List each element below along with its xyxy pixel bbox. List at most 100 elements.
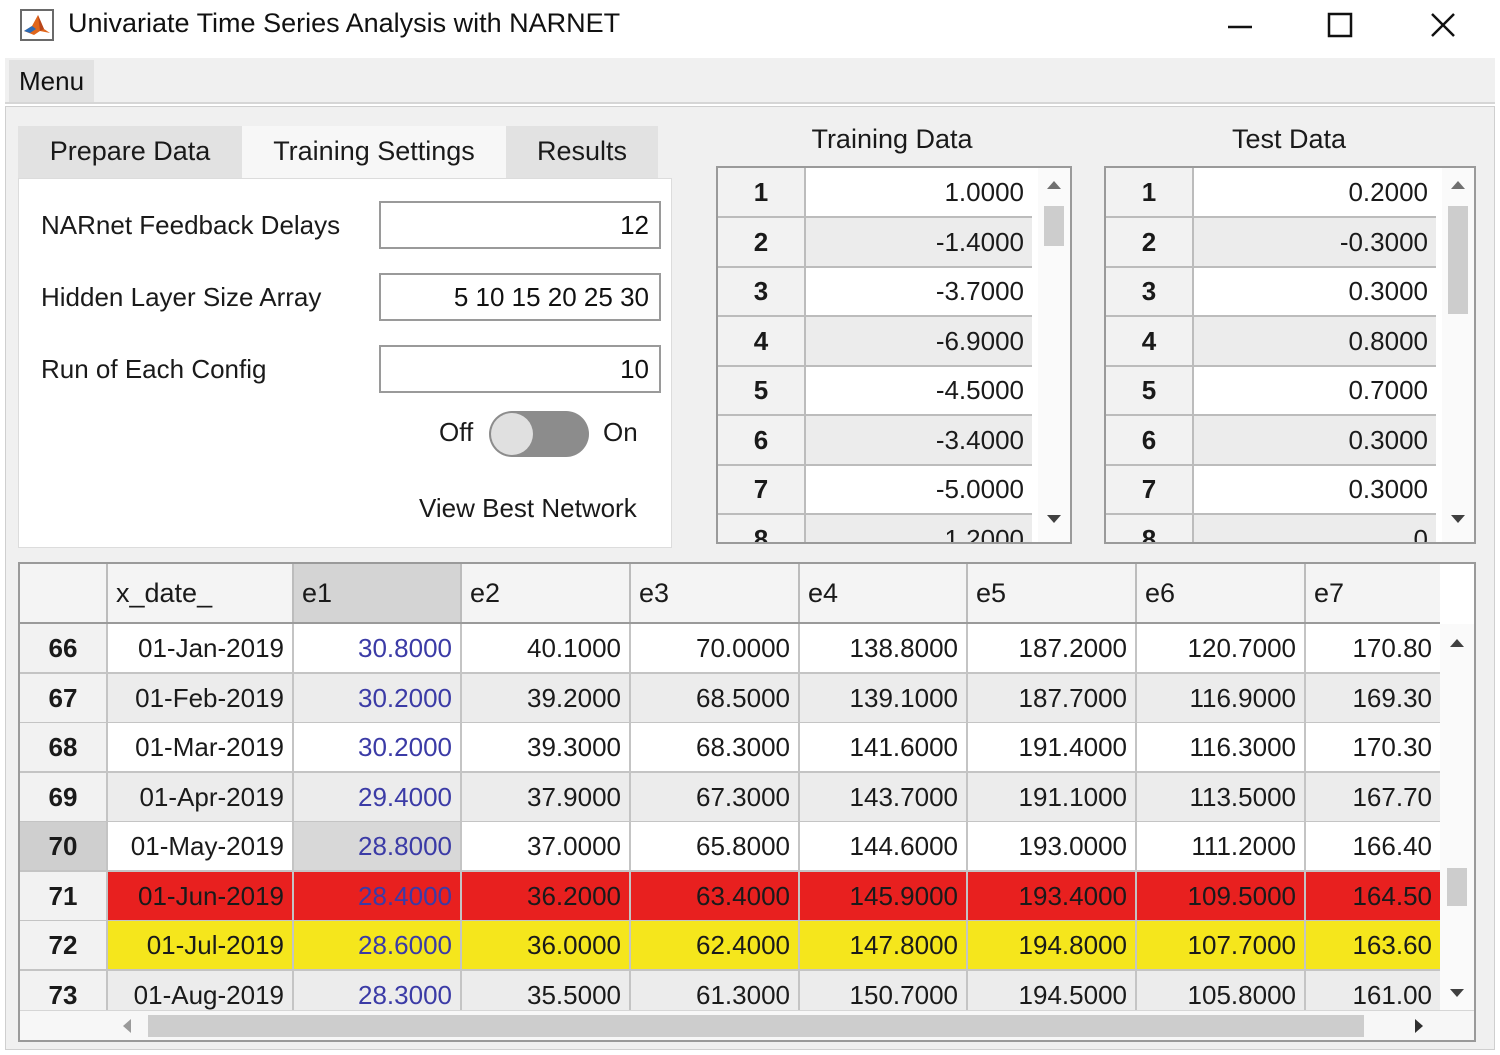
table-cell-e7[interactable]: 163.60 — [1306, 921, 1440, 969]
scroll-left-icon[interactable] — [122, 1018, 132, 1034]
table-cell-e1[interactable]: 28.6000 — [294, 921, 462, 969]
table-row[interactable]: 3 -3.7000 — [718, 267, 1032, 317]
table-cell-e7[interactable]: 166.40 — [1306, 822, 1440, 870]
table-cell-e4[interactable]: 145.9000 — [800, 871, 968, 920]
table-row[interactable]: 5 -4.5000 — [718, 366, 1032, 416]
table-cell-e4[interactable]: 147.8000 — [800, 921, 968, 969]
scroll-up-icon[interactable] — [1449, 638, 1465, 648]
table-cell[interactable]: 0.7000 — [1194, 366, 1436, 414]
tab-results[interactable]: Results — [506, 126, 658, 180]
table-row[interactable]: 2 -1.4000 — [718, 217, 1032, 268]
table-cell-e5[interactable]: 191.4000 — [968, 723, 1137, 771]
table-row[interactable]: 67 01-Feb-2019 30.2000 39.2000 68.5000 139.10… — [20, 673, 1440, 723]
table-cell-x_date_[interactable]: 01-Apr-2019 — [108, 772, 294, 821]
table-row[interactable]: 8 1.2000 — [718, 514, 1032, 542]
table-cell-e1[interactable]: 28.8000 — [294, 822, 462, 870]
table-cell-e2[interactable]: 36.2000 — [462, 871, 631, 920]
table-cell[interactable]: 0.8000 — [1194, 316, 1436, 365]
table-cell-e1[interactable]: 30.8000 — [294, 624, 462, 672]
table-cell-e7[interactable]: 164.50 — [1306, 871, 1440, 920]
table-cell-x_date_[interactable]: 01-May-2019 — [108, 822, 294, 870]
table-cell-e2[interactable]: 37.9000 — [462, 772, 631, 821]
table-cell-e6[interactable]: 107.7000 — [1137, 921, 1306, 969]
table-cell[interactable]: 0.2000 — [1194, 168, 1436, 216]
table-cell-e1[interactable]: 30.2000 — [294, 723, 462, 771]
table-cell-e6[interactable]: 109.5000 — [1137, 871, 1306, 920]
feedback-delays-field[interactable]: 12 — [379, 201, 661, 249]
table-row[interactable]: 4 0.8000 — [1106, 316, 1436, 367]
scroll-thumb[interactable] — [1044, 206, 1064, 246]
table-cell-e4[interactable]: 141.6000 — [800, 723, 968, 771]
table-cell-e4[interactable]: 143.7000 — [800, 772, 968, 821]
table-cell-e1[interactable]: 30.2000 — [294, 673, 462, 722]
table-cell-e2[interactable]: 40.1000 — [462, 624, 631, 672]
table-cell[interactable]: -3.4000 — [806, 415, 1032, 464]
table-row[interactable]: 71 01-Jun-2019 28.4000 36.2000 63.4000 145.90… — [20, 871, 1440, 921]
table-row[interactable]: 80 — [1106, 514, 1436, 542]
row-index[interactable]: 68 — [20, 723, 108, 771]
table-cell-e3[interactable]: 63.4000 — [631, 871, 800, 920]
table-row[interactable]: 4 -6.9000 — [718, 316, 1032, 367]
table-horizontal-scrollbar[interactable] — [20, 1010, 1474, 1040]
table-cell-e4[interactable]: 138.8000 — [800, 624, 968, 672]
table-cell[interactable]: 0 — [1194, 514, 1436, 542]
table-row[interactable]: 6 -3.4000 — [718, 415, 1032, 466]
row-header-corner[interactable] — [20, 564, 108, 622]
tab-training-settings[interactable]: Training Settings — [242, 126, 506, 180]
column-header-e2[interactable]: e2 — [462, 564, 631, 622]
hidden-layer-field[interactable]: 5 10 15 20 25 30 — [379, 273, 661, 321]
table-cell-e2[interactable]: 37.0000 — [462, 822, 631, 870]
table-cell-e3[interactable]: 62.4000 — [631, 921, 800, 969]
table-cell[interactable]: -5.0000 — [806, 465, 1032, 513]
runs-field[interactable]: 10 — [379, 345, 661, 393]
table-row[interactable]: 72 01-Jul-2019 28.6000 36.0000 62.4000 147.80… — [20, 921, 1440, 971]
test-data-scrollbar[interactable] — [1442, 168, 1474, 542]
table-row[interactable]: 2 -0.3000 — [1106, 217, 1436, 268]
table-cell-e2[interactable]: 39.2000 — [462, 673, 631, 722]
table-cell-e5[interactable]: 194.8000 — [968, 921, 1137, 969]
scroll-down-icon[interactable] — [1046, 514, 1062, 524]
table-cell-e6[interactable]: 116.9000 — [1137, 673, 1306, 722]
table-cell-e7[interactable]: 170.80 — [1306, 624, 1440, 672]
table-row[interactable]: 69 01-Apr-2019 29.4000 37.9000 67.3000 143.70… — [20, 772, 1440, 822]
tab-prepare-data[interactable]: Prepare Data — [18, 126, 242, 180]
table-cell-e5[interactable]: 187.7000 — [968, 673, 1137, 722]
column-header-e1[interactable]: e1 — [294, 564, 462, 622]
row-index[interactable]: 67 — [20, 673, 108, 722]
scroll-thumb[interactable] — [1447, 868, 1467, 906]
scroll-right-icon[interactable] — [1414, 1018, 1424, 1034]
table-cell-e3[interactable]: 68.5000 — [631, 673, 800, 722]
table-cell[interactable]: 0.3000 — [1194, 415, 1436, 464]
column-header-e7[interactable]: e7 — [1306, 564, 1440, 622]
table-cell[interactable]: 0.3000 — [1194, 465, 1436, 513]
row-index[interactable]: 69 — [20, 772, 108, 821]
table-cell-e6[interactable]: 111.2000 — [1137, 822, 1306, 870]
row-index[interactable]: 71 — [20, 871, 108, 920]
table-cell[interactable]: 1.2000 — [806, 514, 1032, 542]
table-cell-x_date_[interactable]: 01-Mar-2019 — [108, 723, 294, 771]
table-cell[interactable]: -1.4000 — [806, 217, 1032, 266]
table-cell-e5[interactable]: 191.1000 — [968, 772, 1137, 821]
table-row[interactable]: 68 01-Mar-2019 30.2000 39.3000 68.3000 141.60… — [20, 723, 1440, 773]
table-cell-e1[interactable]: 29.4000 — [294, 772, 462, 821]
row-index[interactable]: 66 — [20, 624, 108, 672]
column-header-e6[interactable]: e6 — [1137, 564, 1306, 622]
table-row[interactable]: 1 0.2000 — [1106, 168, 1436, 218]
scroll-thumb[interactable] — [1448, 206, 1468, 314]
scroll-down-icon[interactable] — [1449, 988, 1465, 998]
table-cell-e4[interactable]: 139.1000 — [800, 673, 968, 722]
table-row[interactable]: 1 1.0000 — [718, 168, 1032, 218]
table-row[interactable]: 70 01-May-2019 28.8000 37.0000 65.8000 144.60… — [20, 822, 1440, 872]
table-cell-e5[interactable]: 193.4000 — [968, 871, 1137, 920]
scroll-up-icon[interactable] — [1450, 180, 1466, 190]
table-cell-e3[interactable]: 67.3000 — [631, 772, 800, 821]
column-header-e5[interactable]: e5 — [968, 564, 1137, 622]
table-cell-e2[interactable]: 36.0000 — [462, 921, 631, 969]
table-cell-e3[interactable]: 70.0000 — [631, 624, 800, 672]
table-row[interactable]: 66 01-Jan-2019 30.8000 40.1000 70.0000 138.80… — [20, 624, 1440, 674]
table-cell-e2[interactable]: 39.3000 — [462, 723, 631, 771]
table-cell-e6[interactable]: 120.7000 — [1137, 624, 1306, 672]
switch-knob[interactable] — [491, 413, 533, 455]
table-row[interactable]: 7 -5.0000 — [718, 465, 1032, 515]
scroll-up-icon[interactable] — [1046, 180, 1062, 190]
